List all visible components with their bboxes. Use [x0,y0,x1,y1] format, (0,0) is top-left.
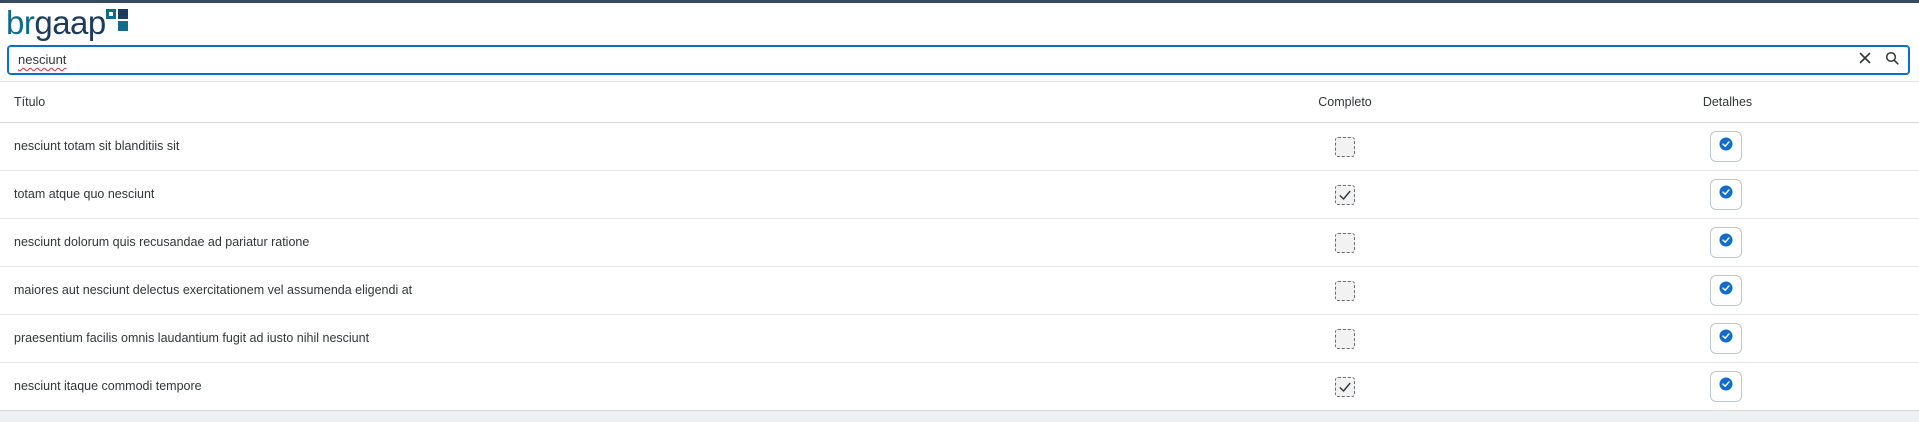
check-circle-icon [1719,137,1733,156]
logo-text-gaap: gaap [34,4,106,41]
details-button[interactable] [1710,131,1742,162]
complete-checkbox[interactable] [1335,281,1355,301]
page-footer-area [0,411,1919,422]
details-button[interactable] [1710,275,1742,306]
table-row[interactable]: nesciunt itaque commodi tempore [0,363,1919,411]
check-circle-icon [1719,185,1733,204]
search-input[interactable] [18,46,1838,74]
close-icon [1859,51,1871,69]
table-row[interactable]: nesciunt totam sit blanditiis sit [0,123,1919,171]
table-row[interactable]: nesciunt dolorum quis recusandae ad pari… [0,219,1919,267]
check-circle-icon [1719,281,1733,300]
check-circle-icon [1719,377,1733,396]
row-title: totam atque quo nesciunt [14,187,155,201]
row-title: nesciunt totam sit blanditiis sit [14,139,180,153]
column-header-title[interactable]: Título [14,82,45,123]
search-bar [0,43,1919,81]
brgaap-logo: brgaap [6,5,128,43]
checkmark-icon [1339,190,1351,201]
app-header: brgaap [0,3,1919,43]
row-title: nesciunt itaque commodi tempore [14,379,202,393]
table-body: nesciunt totam sit blanditiis sit totam a… [0,123,1919,411]
logo-mark-icon [105,9,128,31]
table-row[interactable]: praesentium facilis omnis laudantium fug… [0,315,1919,363]
search-button[interactable] [1880,49,1904,71]
complete-checkbox[interactable] [1335,137,1355,157]
check-circle-icon [1719,329,1733,348]
column-header-details[interactable]: Detalhes [1645,82,1810,123]
complete-checkbox[interactable] [1335,233,1355,253]
details-button[interactable] [1710,179,1742,210]
search-field [7,45,1910,75]
search-icon [1885,51,1899,70]
results-table: Título Completo Detalhes nesciunt totam … [0,81,1919,411]
row-title: praesentium facilis omnis laudantium fug… [14,331,370,345]
check-circle-icon [1719,233,1733,252]
details-button[interactable] [1710,323,1742,354]
checkmark-icon [1339,382,1351,393]
complete-checkbox[interactable] [1335,185,1355,205]
details-button[interactable] [1710,227,1742,258]
complete-checkbox[interactable] [1335,329,1355,349]
clear-search-button[interactable] [1853,49,1877,71]
row-title: nesciunt dolorum quis recusandae ad pari… [14,235,310,249]
table-row[interactable]: maiores aut nesciunt delectus exercitati… [0,267,1919,315]
table-row[interactable]: totam atque quo nesciunt [0,171,1919,219]
details-button[interactable] [1710,371,1742,402]
row-title: maiores aut nesciunt delectus exercitati… [14,283,413,297]
complete-checkbox[interactable] [1335,377,1355,397]
column-header-complete[interactable]: Completo [1268,82,1422,123]
logo-text-br: br [6,4,35,41]
table-header: Título Completo Detalhes [0,81,1919,123]
